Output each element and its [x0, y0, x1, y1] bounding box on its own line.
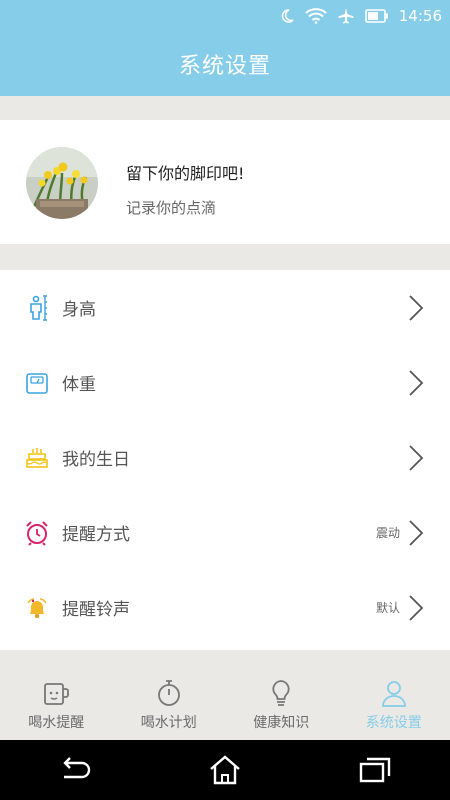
chevron-right-icon [409, 294, 424, 321]
wifi-icon [305, 8, 327, 24]
settings-item-height[interactable]: 身高 [0, 270, 450, 345]
settings-item-birthday[interactable]: 我的生日 [0, 420, 450, 495]
page-title: 系统设置 [178, 54, 271, 79]
settings-item-label: 体重 [62, 375, 96, 395]
home-icon [210, 755, 240, 785]
home-button[interactable] [205, 750, 245, 790]
tab-system-settings[interactable]: 系统设置 [338, 668, 450, 740]
back-button[interactable] [55, 750, 95, 790]
tab-drink-plan[interactable]: 喝水计划 [113, 668, 226, 740]
profile-subtitle: 记录你的点滴 [126, 199, 217, 217]
settings-item-value: 震动 [375, 526, 400, 540]
status-time: 14:56 [398, 7, 442, 25]
section-divider [0, 96, 450, 120]
section-divider [0, 650, 450, 668]
status-bar: 14:56 [0, 0, 450, 32]
chevron-right-icon [409, 369, 424, 396]
settings-item-label: 身高 [62, 300, 96, 320]
app-header: 系统设置 [0, 32, 450, 96]
height-icon [24, 294, 50, 321]
tab-drink-reminder[interactable]: 喝水提醒 [0, 668, 113, 740]
profile-title: 留下你的脚印吧! [126, 164, 245, 183]
bell-icon [24, 595, 50, 621]
avatar[interactable] [26, 147, 98, 219]
lightbulb-icon [272, 680, 290, 706]
tab-label: 喝水提醒 [28, 715, 85, 731]
user-icon [381, 681, 406, 707]
status-icons: 14:56 [279, 0, 442, 32]
section-divider [0, 244, 450, 270]
settings-item-ringtone[interactable]: 提醒铃声 默认 [0, 570, 450, 645]
bottom-tab-bar: 喝水提醒 喝水计划 健康知识 系统设置 [0, 668, 450, 740]
tab-label: 喝水计划 [140, 715, 197, 731]
moon-icon [281, 9, 294, 23]
chevron-right-icon [409, 444, 424, 471]
chevron-right-icon [409, 519, 424, 546]
tab-label: 系统设置 [365, 715, 422, 731]
tab-label: 健康知识 [253, 715, 310, 731]
settings-item-label: 我的生日 [62, 450, 130, 470]
settings-item-weight[interactable]: 体重 [0, 345, 450, 420]
scale-icon [24, 370, 50, 396]
settings-item-label: 提醒铃声 [62, 600, 130, 620]
battery-icon [364, 9, 388, 23]
settings-item-value: 默认 [375, 601, 400, 615]
back-icon [63, 757, 91, 779]
chevron-right-icon [409, 594, 424, 621]
birthday-cake-icon [24, 445, 50, 471]
recent-apps-icon [359, 757, 391, 783]
cup-icon [44, 683, 70, 705]
profile-card[interactable]: 留下你的脚印吧! 记录你的点滴 [0, 120, 450, 244]
tab-health-knowledge[interactable]: 健康知识 [225, 668, 338, 740]
alarm-clock-icon [24, 520, 50, 546]
settings-item-label: 提醒方式 [62, 525, 130, 545]
recent-apps-button[interactable] [355, 750, 395, 790]
settings-list: 身高 体重 我的生日 提醒方式 震动 提醒铃声 默认 [0, 270, 450, 645]
airplane-icon [338, 8, 354, 24]
settings-item-reminder-mode[interactable]: 提醒方式 震动 [0, 495, 450, 570]
system-nav-bar [0, 740, 450, 800]
stopwatch-icon [157, 680, 180, 706]
